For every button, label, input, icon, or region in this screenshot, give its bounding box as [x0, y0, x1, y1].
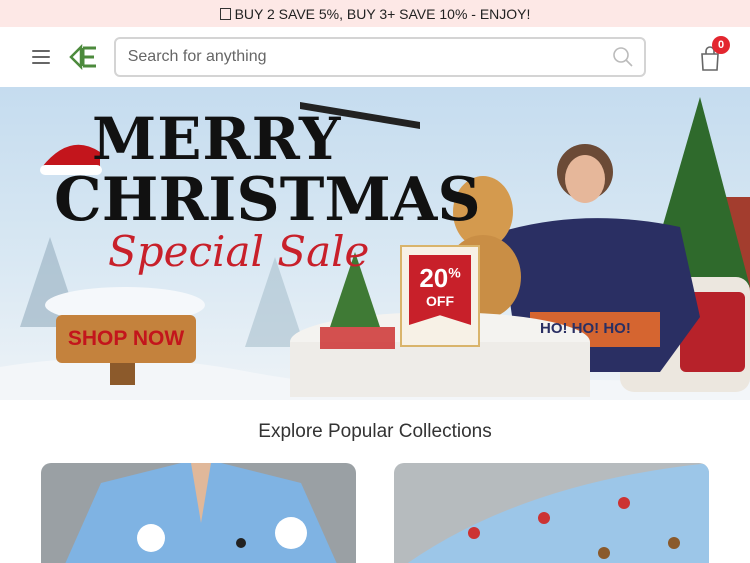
- sweater-text: HO! HO! HO!: [540, 320, 631, 337]
- menu-icon[interactable]: [32, 50, 50, 64]
- collection-card[interactable]: [394, 463, 709, 563]
- search-input[interactable]: [127, 48, 612, 66]
- hero-subtitle: Special Sale: [108, 227, 370, 276]
- discount-badge: 20% OFF: [400, 245, 480, 347]
- cart-count-badge: 0: [712, 36, 730, 54]
- cart-button[interactable]: 0: [696, 36, 730, 74]
- promo-bar: BUY 2 SAVE 5%, BUY 3+ SAVE 10% - ENJOY!: [0, 0, 750, 27]
- search-icon[interactable]: [612, 46, 634, 68]
- shop-now-button[interactable]: SHOP NOW: [56, 315, 196, 363]
- site-header: 0: [0, 27, 750, 87]
- discount-value: 20: [419, 263, 449, 293]
- collections-title: Explore Popular Collections: [258, 421, 492, 442]
- search-box[interactable]: [113, 37, 646, 77]
- discount-label: OFF: [426, 293, 454, 309]
- collection-card[interactable]: [41, 463, 356, 563]
- hero-banner[interactable]: MERRY CHRISTMAS Special Sale SHOP NOW 20…: [0, 87, 750, 400]
- hero-title-merry: MERRY: [92, 105, 342, 173]
- hero-title-christmas: CHRISTMAS: [54, 165, 481, 235]
- collection-image: [394, 463, 709, 563]
- discount-unit: %: [448, 264, 461, 281]
- promo-text: BUY 2 SAVE 5%, BUY 3+ SAVE 10% - ENJOY!: [234, 5, 531, 22]
- collections-grid: [0, 463, 750, 563]
- logo[interactable]: [68, 43, 99, 71]
- collection-image: [41, 463, 356, 563]
- gift-icon: [219, 7, 231, 20]
